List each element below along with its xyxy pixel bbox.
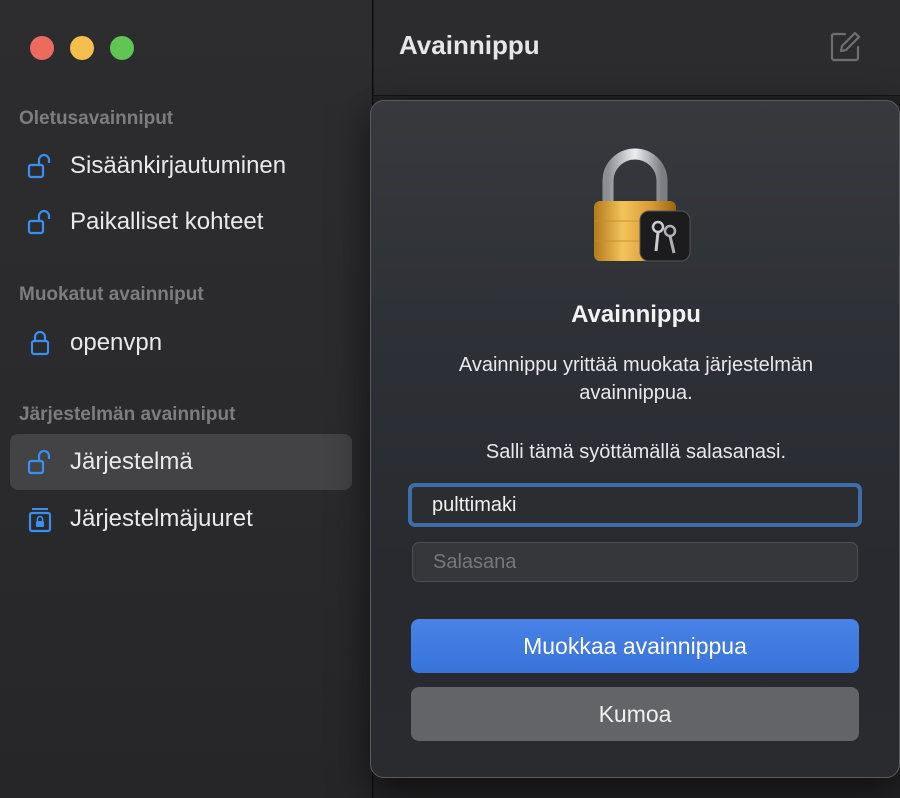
keychain-window: Oletusavainniput Sisäänkirjautuminen Pai… bbox=[0, 0, 900, 798]
password-field[interactable]: Salasana bbox=[412, 542, 858, 582]
unlocked-lock-icon bbox=[26, 152, 54, 180]
section-title-system-keychains: Järjestelmän avainniput bbox=[19, 404, 236, 425]
zoom-window-button[interactable] bbox=[110, 36, 134, 60]
window-controls bbox=[30, 36, 134, 60]
sidebar-item-openvpn[interactable]: openvpn bbox=[10, 315, 352, 371]
locked-lock-icon bbox=[26, 329, 54, 357]
auth-dialog: Avainnippu Avainnippu yrittää muokata jä… bbox=[370, 100, 900, 778]
section-title-default-keychains: Oletusavainniput bbox=[19, 108, 174, 129]
sidebar-item-system[interactable]: Järjestelmä bbox=[10, 434, 352, 490]
sidebar-item-local-items[interactable]: Paikalliset kohteet bbox=[10, 194, 352, 250]
sidebar-item-login[interactable]: Sisäänkirjautuminen bbox=[10, 138, 352, 194]
close-window-button[interactable] bbox=[30, 36, 54, 60]
compose-icon[interactable] bbox=[828, 30, 862, 64]
sidebar-item-label: Järjestelmäjuuret bbox=[70, 505, 253, 532]
keychain-lock-icon bbox=[586, 145, 696, 265]
unlocked-lock-icon bbox=[26, 208, 54, 236]
cabinet-lock-icon bbox=[26, 505, 54, 533]
toolbar: Avainnippu bbox=[374, 0, 900, 96]
sidebar-item-label: openvpn bbox=[70, 329, 163, 356]
username-field[interactable]: pulttimaki bbox=[408, 483, 862, 527]
sidebar-item-label: Paikalliset kohteet bbox=[70, 208, 264, 235]
cancel-button[interactable]: Kumoa bbox=[411, 687, 859, 741]
sidebar-item-label: Sisäänkirjautuminen bbox=[70, 152, 287, 179]
sidebar-item-system-roots[interactable]: Järjestelmäjuuret bbox=[10, 491, 352, 547]
dialog-instruction: Salli tämä syöttämällä salasanasi. bbox=[485, 441, 787, 463]
dialog-message: Avainnippu yrittää muokata järjestelmän … bbox=[458, 354, 814, 404]
sidebar: Oletusavainniput Sisäänkirjautuminen Pai… bbox=[0, 0, 373, 798]
modify-keychain-button[interactable]: Muokkaa avainnippua bbox=[411, 619, 859, 673]
minimize-window-button[interactable] bbox=[70, 36, 94, 60]
section-title-custom-keychains: Muokatut avainniput bbox=[19, 284, 204, 305]
page-title: Avainnippu bbox=[399, 30, 540, 60]
sidebar-item-label: Järjestelmä bbox=[70, 448, 193, 475]
dialog-title: Avainnippu bbox=[571, 301, 701, 328]
unlocked-lock-icon bbox=[26, 448, 54, 476]
